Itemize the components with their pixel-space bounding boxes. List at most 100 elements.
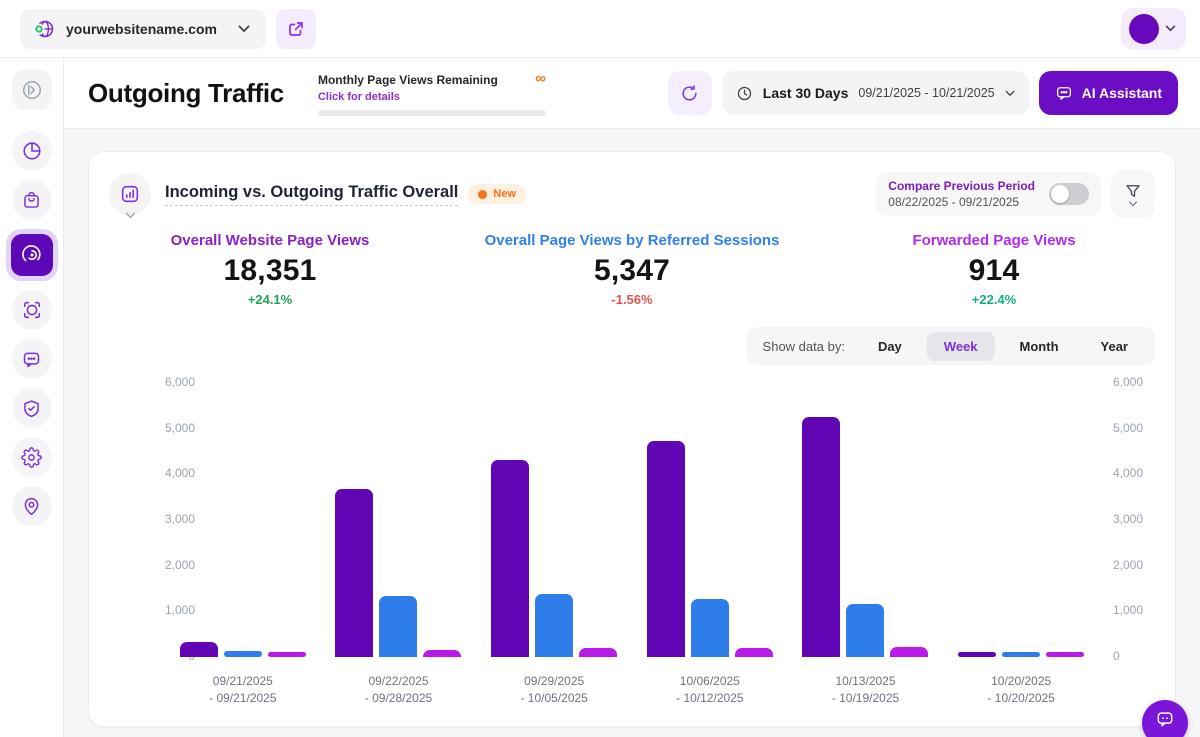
chevron-down-icon: [1165, 25, 1176, 32]
bar[interactable]: [335, 489, 373, 657]
bar[interactable]: [1046, 652, 1084, 657]
x-axis-labels: 09/21/2025- 09/21/202509/22/2025- 09/28/…: [165, 665, 1099, 705]
x-axis-label: 09/29/2025- 10/05/2025: [476, 665, 632, 708]
x-axis-label: 10/06/2025- 10/12/2025: [632, 665, 788, 708]
ai-assistant-button[interactable]: AI Assistant: [1039, 71, 1178, 115]
bar[interactable]: [647, 441, 685, 657]
y-tick-label: 1,000: [1113, 603, 1157, 617]
traffic-widget-card: Incoming vs. Outgoing Traffic Overall Ne…: [88, 151, 1176, 727]
clock-icon: [736, 85, 753, 102]
sidebar-item-location[interactable]: [12, 486, 52, 526]
external-link-icon: [287, 20, 305, 38]
granularity-month[interactable]: Month: [1003, 332, 1076, 361]
bar[interactable]: [802, 417, 840, 657]
avatar: [1129, 14, 1159, 44]
bar[interactable]: [491, 460, 529, 657]
sidebar-item-security[interactable]: [12, 388, 52, 428]
ai-chat-icon: [1055, 84, 1073, 102]
collapse-arrow-icon: [21, 79, 43, 101]
toggle-knob: [1051, 185, 1069, 203]
page-content: Incoming vs. Outgoing Traffic Overall Ne…: [64, 129, 1200, 737]
bar[interactable]: [180, 642, 218, 657]
sidebar-collapse-button[interactable]: [12, 70, 52, 110]
metric-forwarded-page-views: Forwarded Page Views 914 +22.4%: [813, 232, 1175, 307]
bar[interactable]: [1002, 652, 1040, 657]
y-axis-right: 01,0002,0003,0004,0005,0006,000: [1113, 383, 1157, 657]
x-axis-label: 10/13/2025- 10/19/2025: [788, 665, 944, 708]
sidebar-item-store[interactable]: [12, 180, 52, 220]
traffic-bar-chart: 01,0002,0003,0004,0005,0006,000 01,0002,…: [107, 373, 1157, 705]
y-tick-label: 4,000: [1113, 466, 1157, 480]
open-site-button[interactable]: [276, 9, 316, 49]
sidebar-item-scan[interactable]: [12, 290, 52, 330]
x-axis-label: 10/20/2025- 10/20/2025: [943, 665, 1099, 708]
y-axis-left: 01,0002,0003,0004,0005,0006,000: [107, 383, 151, 657]
bar-group: [476, 383, 632, 657]
date-range-selector[interactable]: Last 30 Days 09/21/2025 - 10/21/2025: [722, 71, 1029, 115]
granularity-day[interactable]: Day: [861, 332, 919, 361]
chat-bubble-icon: [21, 349, 42, 370]
compare-toggle[interactable]: [1049, 183, 1089, 205]
bar[interactable]: [224, 651, 262, 657]
account-menu[interactable]: [1121, 8, 1186, 50]
metrics-row: Overall Website Page Views 18,351 +24.1%…: [89, 232, 1175, 307]
chevron-down-icon: [1128, 201, 1138, 207]
location-pin-icon: [21, 496, 42, 517]
infinity-icon: ∞: [535, 71, 546, 86]
y-tick-label: 5,000: [1113, 421, 1157, 435]
bar[interactable]: [579, 648, 617, 657]
filter-button[interactable]: [1111, 170, 1155, 218]
bar[interactable]: [535, 594, 573, 657]
refresh-button[interactable]: [668, 71, 712, 115]
granularity-week[interactable]: Week: [927, 332, 995, 361]
bar[interactable]: [268, 652, 306, 657]
site-name: yourwebsitename.com: [66, 21, 217, 37]
top-bar: yourwebsitename.com: [0, 0, 1200, 58]
sidebar-item-analytics[interactable]: [12, 131, 52, 171]
widget-title: Incoming vs. Outgoing Traffic Overall: [165, 183, 458, 206]
metric-overall-page-views: Overall Website Page Views 18,351 +24.1%: [89, 232, 451, 307]
y-tick-label: 3,000: [1113, 512, 1157, 526]
bar[interactable]: [379, 596, 417, 657]
new-badge: New: [468, 184, 526, 204]
refresh-icon: [680, 84, 699, 103]
bar[interactable]: [846, 604, 884, 657]
ai-assistant-label: AI Assistant: [1082, 85, 1162, 101]
granularity-control: Show data by: Day Week Month Year: [747, 327, 1155, 365]
range-dates: 09/21/2025 - 10/21/2025: [858, 86, 994, 100]
x-axis-label: 09/21/2025- 09/21/2025: [165, 665, 321, 708]
bar[interactable]: [735, 648, 773, 657]
compare-label: Compare Previous Period: [888, 179, 1035, 193]
badge-dot-icon: [478, 190, 487, 199]
plot-area: [165, 383, 1099, 657]
site-selector[interactable]: yourwebsitename.com: [20, 9, 266, 49]
bar-group: [788, 383, 944, 657]
bar[interactable]: [423, 650, 461, 657]
chevron-down-icon: [1005, 90, 1015, 97]
quota-widget[interactable]: Monthly Page Views Remaining Click for d…: [318, 71, 546, 116]
sidebar-item-chat[interactable]: [12, 339, 52, 379]
scan-lens-icon: [21, 299, 43, 321]
bar[interactable]: [890, 647, 928, 657]
y-tick-label: 0: [1113, 649, 1157, 663]
sidebar-item-settings[interactable]: [12, 437, 52, 477]
page-header: Outgoing Traffic Monthly Page Views Rema…: [64, 58, 1200, 129]
sidebar-item-outgoing-traffic[interactable]: [6, 229, 58, 281]
outgoing-traffic-radar-icon: [11, 234, 53, 276]
bar-group: [165, 383, 321, 657]
bar[interactable]: [958, 652, 996, 657]
granularity-year[interactable]: Year: [1084, 332, 1145, 361]
page-title: Outgoing Traffic: [88, 78, 284, 109]
range-label: Last 30 Days: [763, 85, 849, 101]
metric-referred-sessions: Overall Page Views by Referred Sessions …: [451, 232, 813, 307]
bar[interactable]: [691, 599, 729, 657]
x-axis-label: 09/22/2025- 09/28/2025: [321, 665, 477, 708]
widget-collapse-button[interactable]: [109, 173, 151, 215]
chat-bubble-icon: [1155, 709, 1175, 729]
quota-label: Monthly Page Views Remaining: [318, 73, 498, 87]
gear-icon: [21, 447, 42, 468]
quota-progress-bar: [318, 110, 546, 116]
pie-chart-icon: [21, 140, 43, 162]
site-globe-icon: [32, 17, 56, 41]
quota-details-link[interactable]: Click for details: [318, 91, 498, 103]
